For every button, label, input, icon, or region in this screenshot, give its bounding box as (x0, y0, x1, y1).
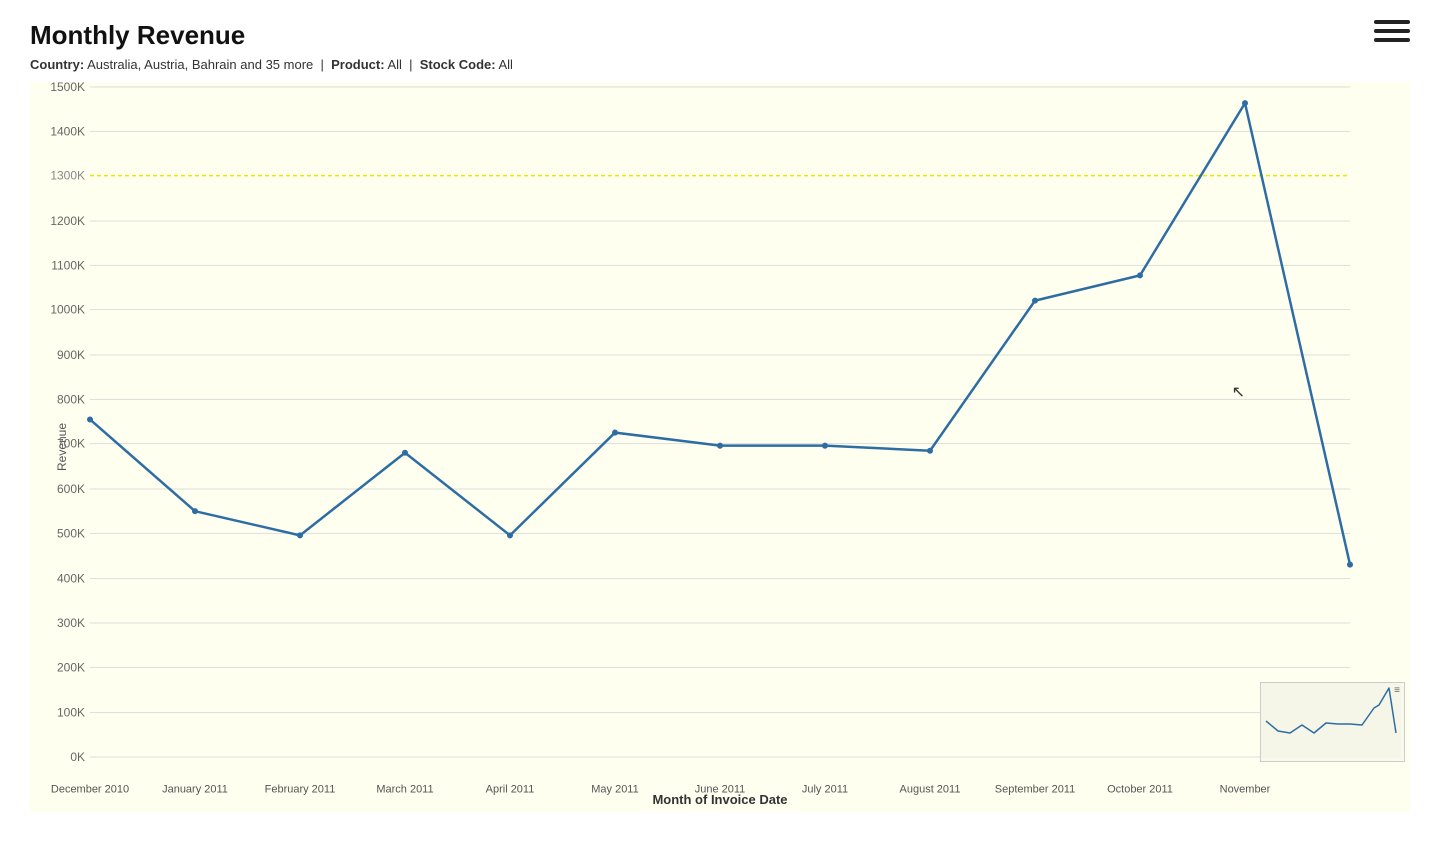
svg-text:1000K: 1000K (50, 303, 85, 317)
svg-text:300K: 300K (57, 616, 85, 630)
svg-text:100K: 100K (57, 706, 85, 720)
svg-text:August 2011: August 2011 (900, 783, 961, 795)
country-value: Australia, Austria, Bahrain and 35 more (87, 57, 313, 72)
svg-text:January 2011: January 2011 (162, 783, 228, 795)
stockcode-value: All (498, 57, 512, 72)
page-container: Monthly Revenue Country: Australia, Aust… (0, 0, 1440, 856)
data-point-12 (1347, 562, 1353, 568)
hamburger-line-1 (1374, 20, 1410, 24)
product-value: All (387, 57, 401, 72)
minimap-menu-icon[interactable]: ≡ (1394, 685, 1400, 696)
svg-text:1100K: 1100K (51, 258, 85, 272)
svg-text:0K: 0K (70, 750, 85, 764)
hamburger-line-3 (1374, 38, 1410, 42)
chart-svg: 0K 100K 200K 300K 400K 500K 600K (90, 87, 1350, 757)
minimap-svg (1261, 683, 1401, 758)
svg-text:500K: 500K (57, 526, 85, 540)
hamburger-line-2 (1374, 29, 1410, 33)
country-label: Country: (30, 57, 84, 72)
chart-inner: 0K 100K 200K 300K 400K 500K 600K (90, 87, 1350, 757)
data-point-5 (612, 430, 618, 436)
svg-text:November: November (1220, 783, 1271, 795)
stockcode-label: Stock Code: (420, 57, 496, 72)
svg-text:600K: 600K (57, 482, 85, 496)
svg-text:400K: 400K (57, 572, 85, 586)
product-label: Product: (331, 57, 384, 72)
data-point-3 (402, 450, 408, 456)
svg-text:May 2011: May 2011 (591, 783, 638, 795)
data-point-10 (1137, 272, 1143, 278)
data-point-8 (927, 448, 933, 454)
data-point-11 (1242, 100, 1248, 106)
data-point-1 (192, 508, 198, 514)
data-point-7 (822, 443, 828, 449)
svg-text:September 2011: September 2011 (995, 783, 1075, 795)
subtitle: Country: Australia, Austria, Bahrain and… (30, 57, 1410, 72)
svg-text:April 2011: April 2011 (486, 783, 535, 795)
svg-text:1500K: 1500K (50, 80, 85, 94)
data-point-4 (507, 532, 513, 538)
svg-text:October 2011: October 2011 (1107, 783, 1173, 795)
svg-text:December 2010: December 2010 (51, 783, 129, 795)
svg-text:February 2011: February 2011 (265, 783, 336, 795)
svg-text:July 2011: July 2011 (802, 783, 848, 795)
page-title: Monthly Revenue (30, 20, 1410, 51)
data-point-9 (1032, 298, 1038, 304)
hamburger-menu[interactable] (1374, 20, 1410, 42)
svg-text:1400K: 1400K (50, 124, 85, 138)
x-axis-label: Month of Invoice Date (652, 792, 787, 807)
cursor-indicator: ↖ (1232, 382, 1245, 402)
minimap[interactable]: ≡ (1260, 682, 1405, 762)
data-point-2 (297, 532, 303, 538)
svg-text:March 2011: March 2011 (376, 783, 433, 795)
svg-text:700K: 700K (57, 437, 85, 451)
chart-area: Revenue 0K 100K 200K 300K (30, 82, 1410, 812)
svg-text:800K: 800K (57, 392, 85, 406)
svg-text:200K: 200K (57, 660, 85, 674)
svg-text:900K: 900K (57, 348, 85, 362)
svg-text:1300K: 1300K (50, 169, 85, 183)
svg-text:1200K: 1200K (50, 214, 85, 228)
data-point-6 (717, 443, 723, 449)
data-point-0 (87, 416, 93, 422)
